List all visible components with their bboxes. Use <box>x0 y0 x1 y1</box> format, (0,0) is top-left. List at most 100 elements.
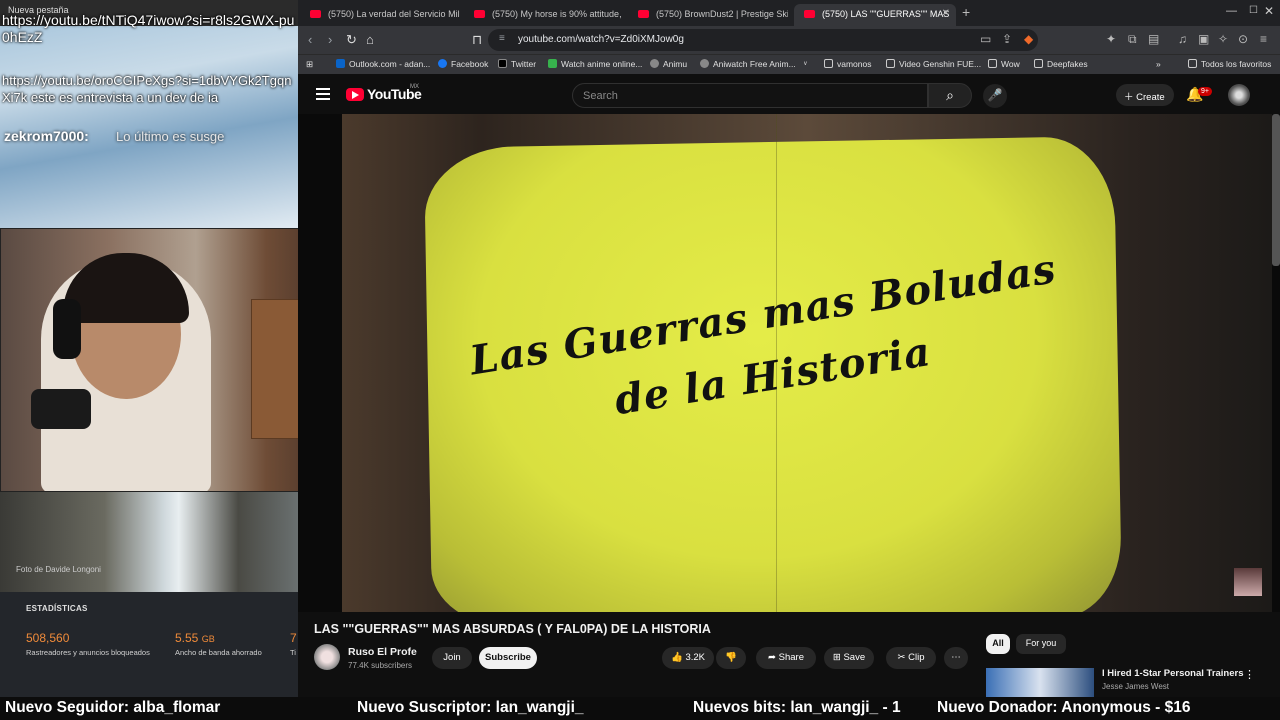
save-icon: ⊞ <box>832 652 841 663</box>
microphone-icon[interactable]: 🎤 <box>983 84 1007 108</box>
reload-icon[interactable]: ↻ <box>346 32 357 48</box>
folder-icon <box>1188 59 1197 68</box>
all-bookmarks[interactable]: Todos los favoritos <box>1188 59 1271 69</box>
bookmark-aniwatch[interactable]: Aniwatch Free Anim... <box>700 59 796 69</box>
hamburger-menu-icon[interactable] <box>316 88 330 100</box>
cast-icon[interactable]: ▭ <box>980 32 991 46</box>
bookmark-icon[interactable]: ⊓ <box>472 32 482 48</box>
menu-icon[interactable]: ≡ <box>1260 32 1267 46</box>
play-icon <box>352 91 359 99</box>
bookmark-deepfakes[interactable]: Deepfakes <box>1034 59 1088 69</box>
bookmark-animu[interactable]: Animu <box>650 59 687 69</box>
address-bar[interactable]: ≡ youtube.com/watch?v=Zd0iXMJow0g <box>488 29 1038 51</box>
third-stat-label: Ti <box>290 648 296 657</box>
bookmark-label: Watch anime online... <box>561 59 643 69</box>
bookmark-label: Deepfakes <box>1047 59 1088 69</box>
bandwidth-saved-label: Ancho de banda ahorrado <box>175 648 262 657</box>
tab-4-label: (5750) LAS ""GUERRAS"" MAS <box>822 9 950 19</box>
browser-toolbar: ‹ › ↻ ⌂ ⊓ ≡ youtube.com/watch?v=Zd0iXMJow… <box>298 26 1280 54</box>
puzzle-icon[interactable]: ⧉ <box>1128 32 1137 47</box>
folder-icon <box>1034 59 1043 68</box>
channel-avatar[interactable] <box>314 644 340 670</box>
search-icon[interactable]: ⌕ <box>928 83 972 108</box>
apps-icon[interactable]: ⊞ <box>306 59 313 70</box>
recommended-thumbnail[interactable] <box>986 668 1094 697</box>
maximize-icon[interactable]: ☐ <box>1249 5 1258 16</box>
folder-icon <box>886 59 895 68</box>
tab-1[interactable]: (5750) La verdad del Servicio Militar <box>300 4 460 26</box>
bookmark-label: Outlook.com - adan... <box>349 59 431 69</box>
share-page-icon[interactable]: ⇪ <box>1002 32 1012 46</box>
close-icon[interactable]: ✕ <box>942 8 950 19</box>
dislike-button[interactable]: 👎 <box>716 647 746 669</box>
bookmark-vamonos[interactable]: vamonos <box>824 59 872 69</box>
outlook-icon <box>336 59 345 68</box>
sidebar-icon[interactable]: ▤ <box>1148 32 1159 46</box>
share-icon: ➦ <box>768 652 776 663</box>
channel-name[interactable]: Ruso El Profe <box>348 646 417 658</box>
vpn-icon[interactable]: ⊙ <box>1238 32 1248 46</box>
chat-link-1: https://youtu.be/tNTiQ47iwow?si=r8ls2GWX… <box>2 12 295 45</box>
ticker-bits: Nuevos bits: lan_wangji_ - 1 <box>693 699 901 716</box>
leo-icon[interactable]: ✧ <box>1218 32 1228 46</box>
bookmark-twitter[interactable]: Twitter <box>498 59 536 69</box>
home-icon[interactable]: ⌂ <box>366 32 374 47</box>
subscriber-count: 77.4K subscribers <box>348 661 413 670</box>
bookmark-genshin[interactable]: Video Genshin FUE... <box>886 59 981 69</box>
youtube-icon <box>310 10 321 18</box>
wallet-icon[interactable]: ▣ <box>1198 32 1209 46</box>
share-button[interactable]: ➦ Share <box>756 647 816 669</box>
music-icon[interactable]: ♫ <box>1178 32 1187 46</box>
chip-for-you[interactable]: For you <box>1016 634 1066 654</box>
tab-3-label: (5750) BrownDust2 | Prestige Skin <box>656 9 788 19</box>
save-button[interactable]: ⊞ Save <box>824 647 874 669</box>
brave-shield-icon[interactable]: ◆ <box>1024 32 1033 46</box>
window-close-icon[interactable]: ✕ <box>1264 4 1274 18</box>
bookmark-anime[interactable]: Watch anime online... <box>548 59 642 69</box>
bandwidth-number: 5.55 <box>175 631 199 645</box>
trackers-blocked-label: Rastreadores y anuncios bloqueados <box>26 648 150 657</box>
more-bookmarks-icon[interactable]: » <box>1156 59 1161 69</box>
more-options-icon[interactable]: ⋮ <box>1244 668 1255 681</box>
bookmark-label: Video Genshin FUE... <box>899 59 982 69</box>
stream-screen: Nueva pestaña https://youtu.be/tNTiQ47iw… <box>0 0 1280 720</box>
chip-all[interactable]: All <box>986 634 1010 654</box>
account-avatar[interactable] <box>1228 84 1250 106</box>
recommended-title[interactable]: I Hired 1-Star Personal Trainers <box>1102 668 1244 679</box>
forward-icon[interactable]: › <box>328 32 332 47</box>
bookmark-facebook[interactable]: Facebook <box>438 59 488 69</box>
tab-active[interactable]: (5750) LAS ""GUERRAS"" MAS ✕ <box>794 4 956 26</box>
video-player[interactable]: Las Guerras mas Boludas de la Historia <box>298 114 1280 612</box>
clip-button[interactable]: ✂ Clip <box>886 647 936 669</box>
ticker-donor: Nuevo Donador: Anonymous - $16 <box>937 699 1191 716</box>
thumbs-down-icon: 👎 <box>725 652 737 663</box>
subscribe-button[interactable]: Subscribe <box>479 647 537 669</box>
video-title: LAS ""GUERRAS"" MAS ABSURDAS ( Y FAL0PA)… <box>314 622 711 636</box>
minimize-icon[interactable]: — <box>1226 5 1237 17</box>
streamer-hair <box>63 253 189 323</box>
channel-watermark[interactable] <box>1234 568 1262 596</box>
tab-2[interactable]: (5750) My horse is 90% attitude, 10% <box>464 4 624 26</box>
page-scrollbar[interactable] <box>1272 114 1280 266</box>
bandwidth-unit: GB <box>201 634 215 644</box>
extension-icon[interactable]: ✦ <box>1106 32 1116 46</box>
search-input[interactable]: Search <box>572 83 928 108</box>
photo-credit: Foto de Davide Longoni <box>16 565 101 574</box>
new-tab-icon[interactable]: + <box>962 4 970 20</box>
scissors-icon: ✂ <box>897 652 906 663</box>
bookmark-label: vamonos <box>837 59 872 69</box>
clip-label: Clip <box>908 652 925 663</box>
bookmark-label: Animu <box>663 59 688 69</box>
back-icon[interactable]: ‹ <box>308 32 312 47</box>
more-actions-icon[interactable]: ⋯ <box>944 647 968 669</box>
create-button[interactable]: ＋ Create <box>1116 84 1174 106</box>
tab-3[interactable]: (5750) BrownDust2 | Prestige Skin <box>628 4 788 26</box>
like-button[interactable]: 👍 3.2K <box>662 647 714 669</box>
bookmark-misc-icon[interactable]: ᵛ <box>804 59 807 69</box>
create-label: Create <box>1136 92 1165 103</box>
bookmark-wow[interactable]: Wow <box>988 59 1020 69</box>
site-info-icon[interactable]: ≡ <box>499 33 505 44</box>
join-button[interactable]: Join <box>432 647 472 669</box>
url-text: youtube.com/watch?v=Zd0iXMJow0g <box>518 34 684 45</box>
bookmark-outlook[interactable]: Outlook.com - adan... <box>336 59 430 69</box>
